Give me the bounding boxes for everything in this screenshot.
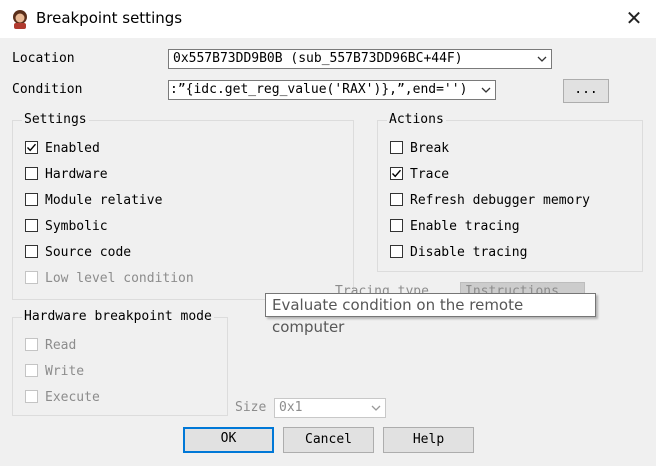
condition-tooltip: Evaluate condition on the remote compute… bbox=[265, 293, 596, 336]
hardware-checkbox[interactable] bbox=[25, 167, 38, 180]
disable-tracing-label[interactable]: Disable tracing bbox=[410, 245, 527, 260]
trace-label[interactable]: Trace bbox=[410, 167, 449, 182]
refresh-debugger-memory-label[interactable]: Refresh debugger memory bbox=[410, 193, 590, 208]
browse-button[interactable]: ... bbox=[563, 79, 609, 103]
cancel-button[interactable]: Cancel bbox=[283, 427, 374, 453]
size-label: Size bbox=[235, 400, 267, 415]
low-level-condition-checkbox bbox=[25, 271, 38, 284]
location-label-text: Location bbox=[12, 51, 75, 66]
refresh-debugger-memory-checkbox[interactable] bbox=[390, 193, 403, 206]
condition-label: Condition bbox=[12, 82, 82, 97]
help-button[interactable]: Help bbox=[383, 427, 474, 453]
read-label: Read bbox=[45, 338, 77, 353]
hardware-mode-title: Hardware breakpoint mode bbox=[22, 309, 214, 324]
disable-tracing-checkbox[interactable] bbox=[390, 245, 403, 258]
settings-title: Settings bbox=[22, 112, 89, 127]
break-checkbox[interactable] bbox=[390, 141, 403, 154]
module-relative-label[interactable]: Module relative bbox=[45, 193, 162, 208]
condition-label-text: Condition bbox=[12, 82, 83, 97]
low-level-condition-label: Low level condition bbox=[45, 271, 194, 286]
size-combo: 0x1 bbox=[274, 398, 386, 418]
source-code-label[interactable]: Source code bbox=[45, 245, 131, 260]
location-value: 0x557B73DD9B0B (sub_557B73DD96BC+44F) bbox=[173, 51, 463, 66]
condition-value: :”{idc.get_reg_value('RAX')},”,end='') bbox=[170, 82, 468, 97]
location-combo[interactable]: 0x557B73DD9B0B (sub_557B73DD96BC+44F) bbox=[168, 49, 552, 69]
close-icon[interactable]: ✕ bbox=[622, 6, 646, 30]
ida-icon bbox=[10, 9, 30, 29]
symbolic-checkbox[interactable] bbox=[25, 219, 38, 232]
ok-button[interactable]: OK bbox=[183, 427, 274, 453]
enable-tracing-checkbox[interactable] bbox=[390, 219, 403, 232]
enable-tracing-label[interactable]: Enable tracing bbox=[410, 219, 520, 234]
window-title: Breakpoint settings bbox=[36, 9, 183, 27]
size-value: 0x1 bbox=[279, 400, 303, 415]
enabled-checkbox[interactable] bbox=[25, 141, 38, 154]
chevron-down-icon bbox=[371, 405, 381, 411]
trace-checkbox[interactable] bbox=[390, 167, 403, 180]
symbolic-label[interactable]: Symbolic bbox=[45, 219, 108, 234]
write-label: Write bbox=[45, 364, 85, 379]
module-relative-checkbox[interactable] bbox=[25, 193, 38, 206]
chevron-down-icon bbox=[481, 85, 491, 95]
title-bar[interactable]: Breakpoint settings ✕ bbox=[0, 0, 656, 38]
condition-combo[interactable]: :”{idc.get_reg_value('RAX')},”,end='') bbox=[168, 80, 496, 100]
read-checkbox bbox=[25, 338, 38, 351]
execute-checkbox bbox=[25, 390, 38, 403]
actions-title: Actions bbox=[387, 112, 446, 127]
chevron-down-icon bbox=[537, 56, 547, 62]
execute-label: Execute bbox=[45, 390, 100, 405]
source-code-checkbox[interactable] bbox=[25, 245, 38, 258]
hardware-label[interactable]: Hardware bbox=[45, 167, 108, 182]
location-label: Location bbox=[12, 51, 75, 66]
enabled-label[interactable]: Enabled bbox=[45, 141, 100, 156]
write-checkbox bbox=[25, 364, 38, 377]
break-label[interactable]: Break bbox=[410, 141, 449, 156]
